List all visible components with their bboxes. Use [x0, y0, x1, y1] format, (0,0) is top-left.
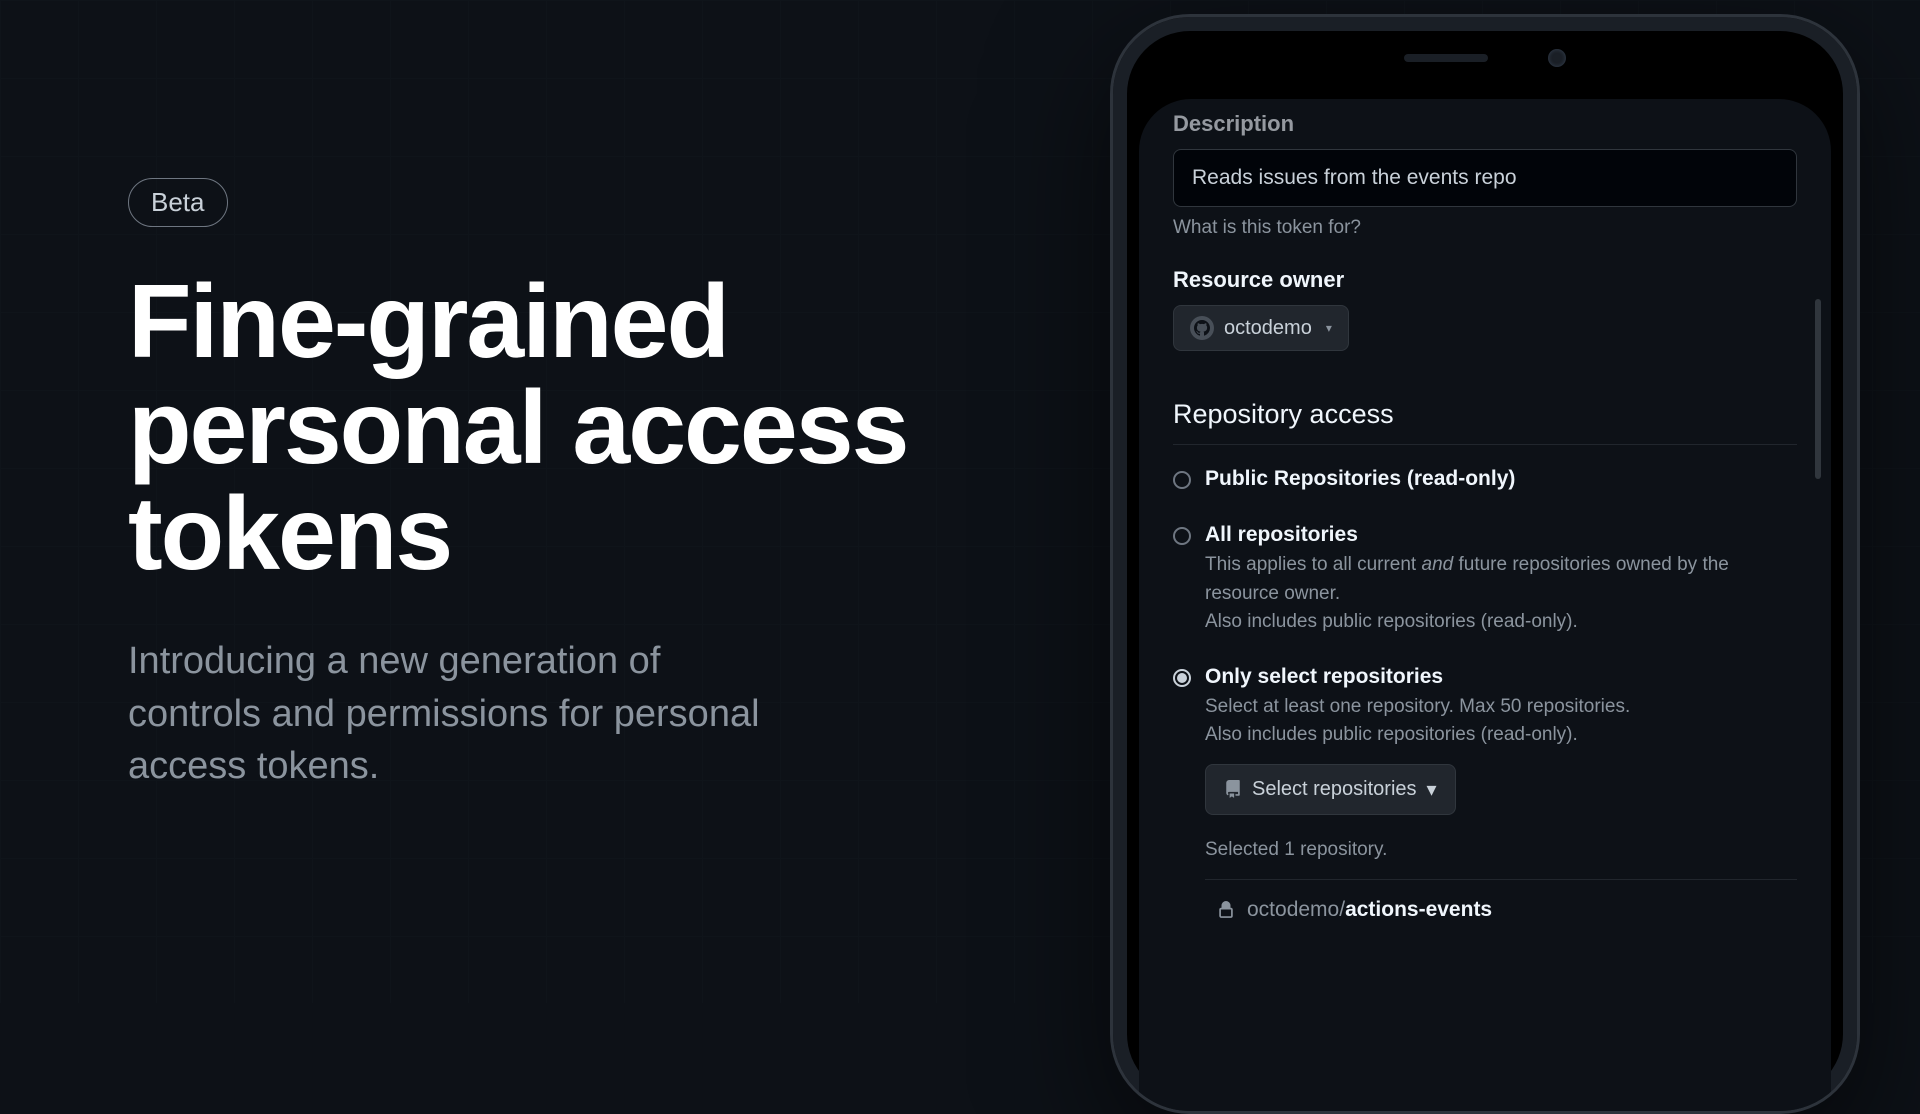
- radio-select-repos[interactable]: Only select repositories Select at least…: [1173, 665, 1797, 940]
- radio-description: This applies to all current and future r…: [1205, 551, 1797, 637]
- description-input[interactable]: [1173, 149, 1797, 207]
- radio-indicator: [1173, 527, 1191, 545]
- phone-notch: [1404, 49, 1566, 67]
- radio-indicator: [1173, 471, 1191, 489]
- radio-indicator: [1173, 669, 1191, 687]
- radio-label: Public Repositories (read-only): [1205, 467, 1797, 491]
- radio-description: Select at least one repository. Max 50 r…: [1205, 693, 1797, 750]
- selected-repo-row[interactable]: octodemo/actions-events: [1205, 879, 1797, 940]
- lock-icon: [1217, 901, 1235, 919]
- resource-owner-label: Resource owner: [1173, 267, 1797, 293]
- repo-owner: octodemo/: [1247, 898, 1345, 921]
- phone-side-button: [1857, 297, 1860, 417]
- github-icon: [1190, 316, 1214, 340]
- caret-down-icon: ▾: [1427, 777, 1437, 802]
- phone-screen: Description What is this token for? Reso…: [1139, 99, 1831, 1111]
- repository-access-heading: Repository access: [1173, 399, 1797, 445]
- radio-label: Only select repositories: [1205, 665, 1797, 689]
- phone-camera: [1548, 49, 1566, 67]
- select-repositories-label: Select repositories: [1252, 778, 1417, 801]
- hero-title: Fine-grained personal access tokens: [128, 269, 948, 587]
- radio-all-repos[interactable]: All repositories This applies to all cur…: [1173, 523, 1797, 637]
- phone-mockup: Description What is this token for? Reso…: [1110, 14, 1860, 1114]
- repo-icon: [1224, 780, 1242, 798]
- caret-down-icon: ▾: [1326, 321, 1332, 335]
- scrollbar[interactable]: [1815, 299, 1821, 479]
- phone-speaker: [1404, 54, 1488, 62]
- select-repositories-button[interactable]: Select repositories ▾: [1205, 764, 1456, 815]
- resource-owner-dropdown[interactable]: octodemo ▾: [1173, 305, 1349, 351]
- repo-name: actions-events: [1345, 898, 1492, 921]
- hero-subtitle: Introducing a new generation of controls…: [128, 635, 788, 792]
- radio-public-repos[interactable]: Public Repositories (read-only): [1173, 467, 1797, 495]
- selected-count: Selected 1 repository.: [1205, 839, 1797, 861]
- repo-access-radio-group: Public Repositories (read-only) All repo…: [1173, 467, 1797, 940]
- radio-label: All repositories: [1205, 523, 1797, 547]
- hero-section: Beta Fine-grained personal access tokens…: [128, 178, 948, 793]
- beta-badge: Beta: [128, 178, 228, 227]
- description-label: Description: [1173, 111, 1797, 137]
- description-helper: What is this token for?: [1173, 217, 1797, 239]
- resource-owner-value: octodemo: [1224, 317, 1312, 340]
